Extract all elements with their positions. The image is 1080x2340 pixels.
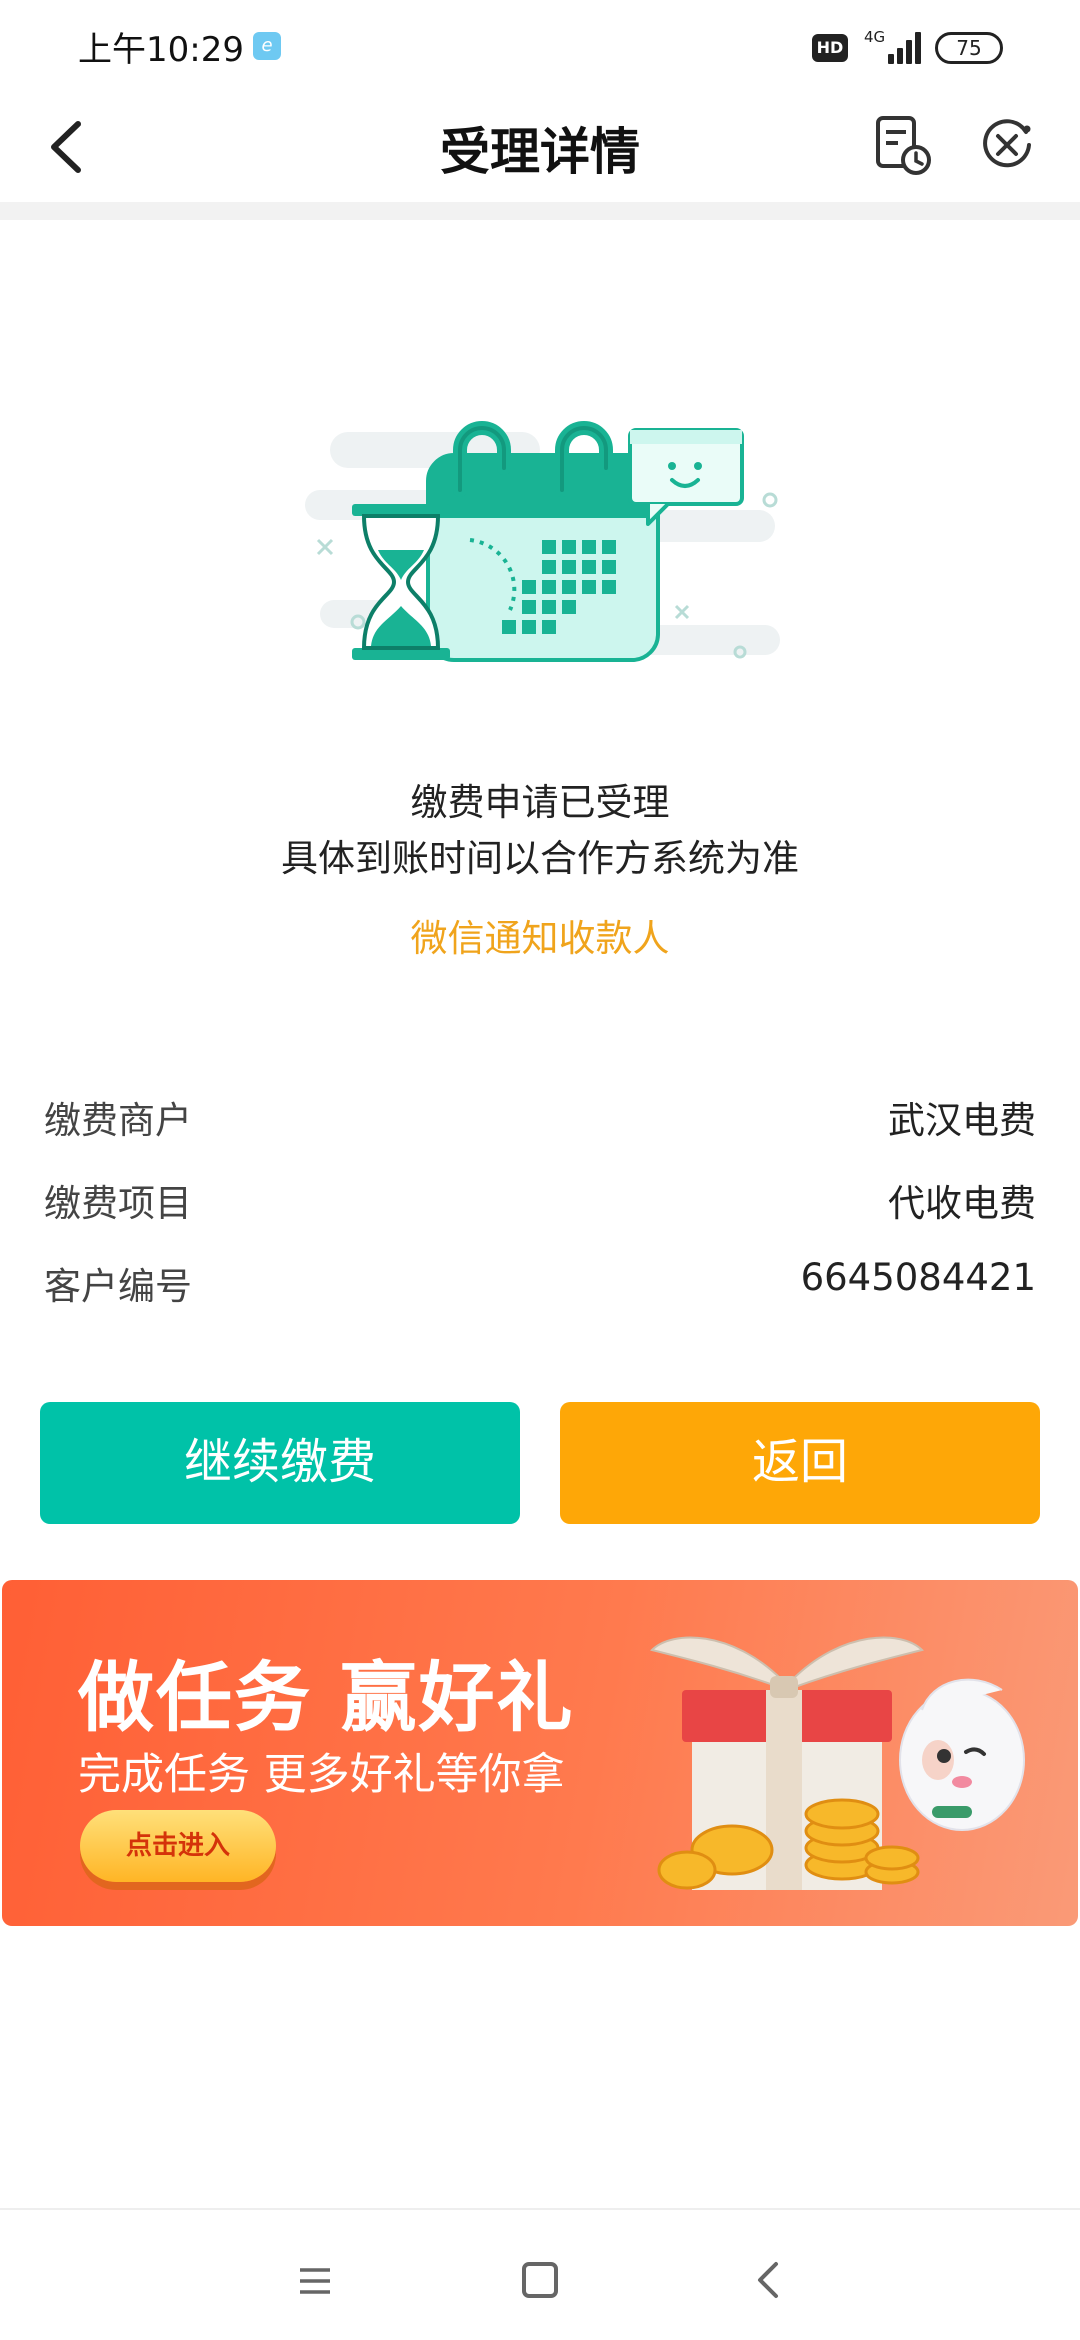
- close-circle-icon[interactable]: [978, 112, 1036, 178]
- header-divider: [0, 202, 1080, 220]
- menu-icon[interactable]: [298, 2266, 332, 2296]
- continue-payment-button[interactable]: 继续缴费: [40, 1402, 520, 1524]
- signal-icon: [880, 30, 921, 64]
- hd-icon: HD: [812, 34, 848, 62]
- system-navigation-bar: [0, 2208, 1080, 2340]
- banner-title: 做任务 赢好礼: [78, 1653, 575, 1742]
- banner-subtitle: 完成任务 更多好礼等你拿: [78, 1750, 565, 1800]
- receipt-clock-icon[interactable]: [872, 112, 934, 178]
- home-square-icon[interactable]: [522, 2262, 558, 2298]
- detail-label: 客户编号: [44, 1265, 192, 1308]
- detail-row-merchant: 缴费商户 武汉电费: [44, 1090, 1036, 1150]
- gift-box-coins-mascot-icon: [632, 1610, 1032, 1910]
- banner-enter-button[interactable]: 点击进入: [80, 1810, 276, 1882]
- detail-value: 武汉电费: [888, 1099, 1036, 1142]
- status-message: 缴费申请已受理: [410, 781, 670, 824]
- detail-value: 代收电费: [888, 1182, 1036, 1225]
- detail-value: 6645084421: [800, 1256, 1036, 1299]
- detail-label: 缴费商户: [44, 1099, 192, 1142]
- return-button[interactable]: 返回: [560, 1402, 1040, 1524]
- detail-row-customer-id: 客户编号 6645084421: [44, 1256, 1036, 1316]
- promo-banner[interactable]: 做任务 赢好礼 完成任务 更多好礼等你拿 点击进入: [2, 1580, 1078, 1926]
- app-notification-icon: e: [253, 32, 281, 60]
- back-chevron-icon[interactable]: [750, 2258, 786, 2302]
- status-bar: 上午10:29 e HD 4G 75: [0, 0, 1080, 90]
- notify-payee-link[interactable]: 微信通知收款人: [0, 908, 1080, 962]
- calendar-hourglass-icon: [300, 400, 790, 680]
- detail-row-item: 缴费项目 代收电费: [44, 1173, 1036, 1233]
- top-navigation-bar: 受理详情: [0, 90, 1080, 202]
- battery-icon: 75: [935, 32, 1003, 64]
- status-time: 上午10:29: [78, 30, 244, 70]
- status-note: 具体到账时间以合作方系统为准: [281, 837, 799, 880]
- detail-label: 缴费项目: [44, 1182, 192, 1225]
